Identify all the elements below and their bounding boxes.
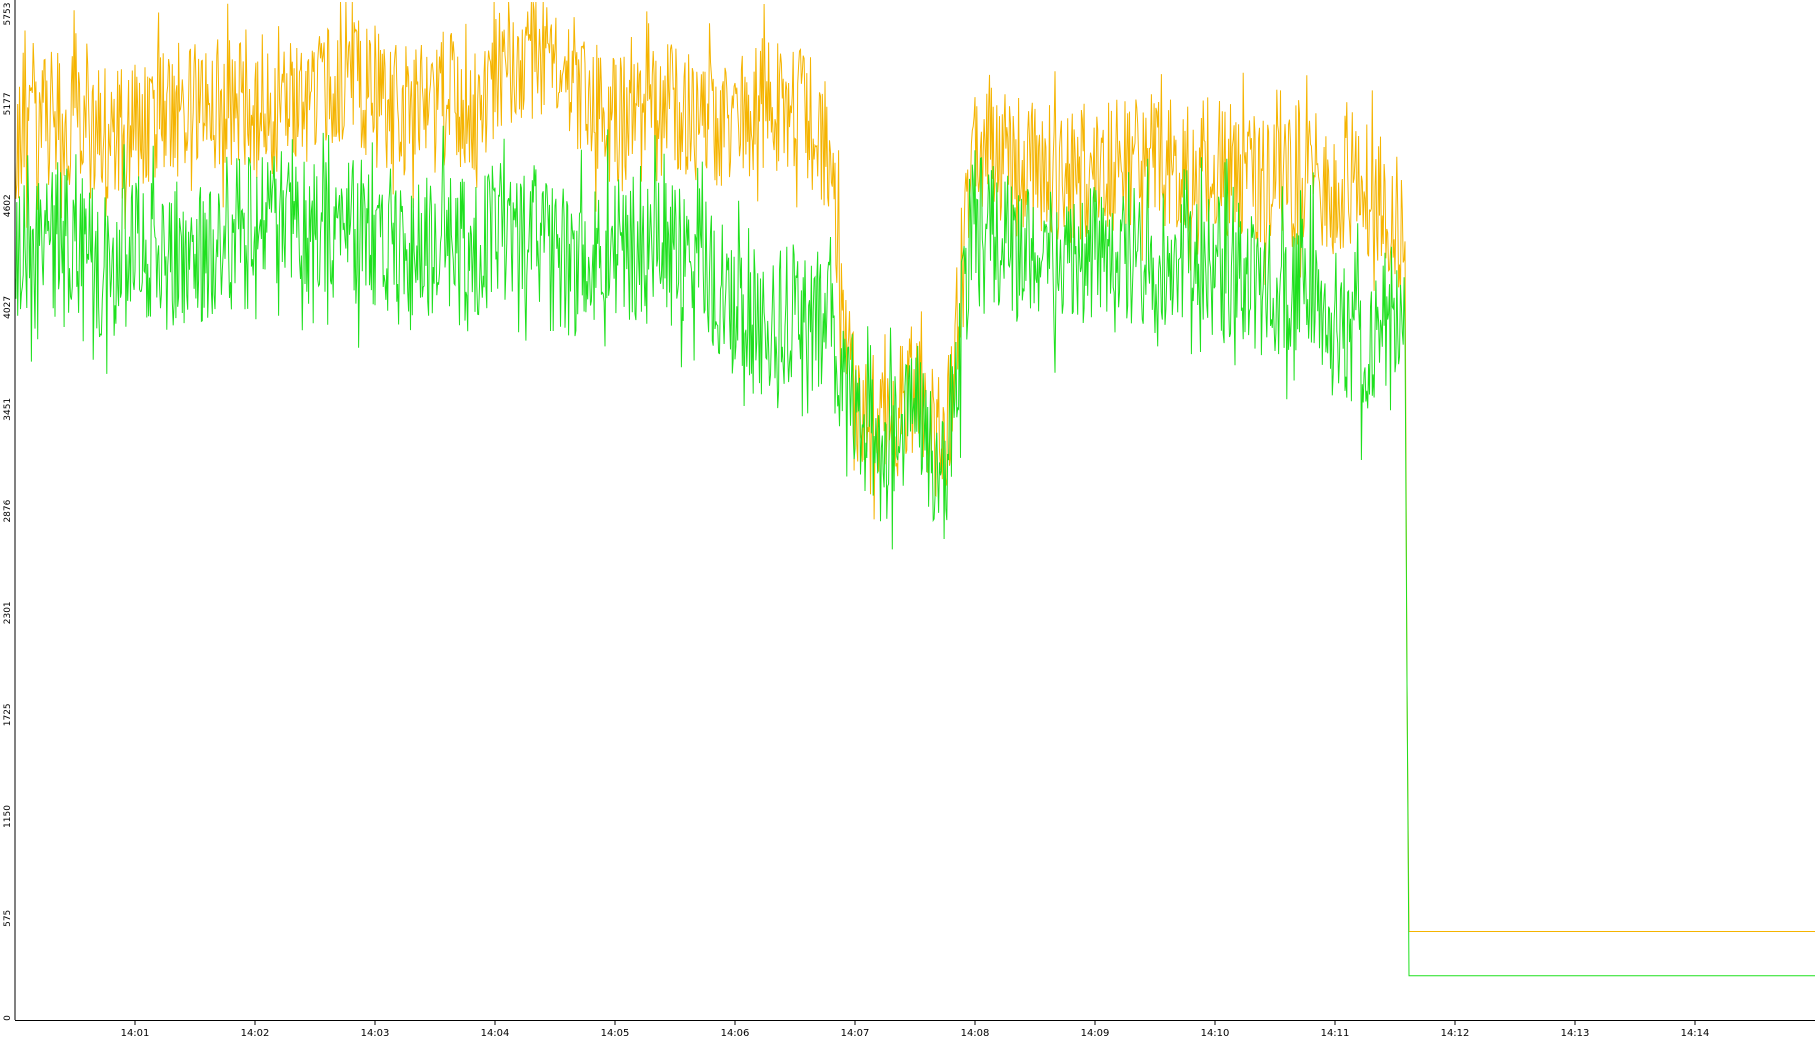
x-tick-label: 14:09: [1081, 1028, 1110, 1039]
y-tick-label: 2876: [3, 499, 13, 522]
x-tick-label: 14:10: [1201, 1028, 1230, 1039]
y-tick-label: 5753: [3, 3, 13, 26]
line-chart: 0 575 1150 1725 2301 2876 3451 4027 4602 5177 5753…: [3, 0, 1815, 1039]
x-tick-label: 14:14: [1681, 1028, 1710, 1039]
x-tick-label: 14:04: [481, 1028, 510, 1039]
y-tick-label: 2301: [3, 601, 13, 624]
x-tick-label: 14:13: [1561, 1028, 1590, 1039]
x-tick-label: 14:12: [1441, 1028, 1470, 1039]
x-tick-label: 14:07: [841, 1028, 870, 1039]
series-layer: [14, 1, 1815, 977]
y-tick-label: 0: [3, 1015, 13, 1021]
x-tick-label: 14:02: [241, 1028, 270, 1039]
x-tick-label: 14:05: [601, 1028, 630, 1039]
series-line-2: [14, 125, 1815, 977]
axis-layer: 0 575 1150 1725 2301 2876 3451 4027 4602 5177 5753…: [3, 0, 1815, 1039]
x-tick-label: 14:08: [961, 1028, 990, 1039]
y-tick-label: 4602: [3, 194, 13, 217]
y-tick-label: 1725: [3, 703, 13, 726]
chart: 0 575 1150 1725 2301 2876 3451 4027 4602 5177 5753…: [0, 0, 1815, 1039]
series-line-1: [14, 1, 1815, 932]
y-tick-label: 4027: [3, 296, 13, 319]
x-tick-label: 14:06: [721, 1028, 750, 1039]
x-tick-label: 14:11: [1321, 1028, 1350, 1039]
y-tick-label: 1150: [3, 805, 13, 828]
y-tick-label: 575: [3, 910, 13, 927]
x-tick-label: 14:01: [121, 1028, 150, 1039]
y-tick-label: 3451: [3, 398, 13, 421]
y-tick-label: 5177: [3, 92, 13, 115]
x-tick-label: 14:03: [361, 1028, 390, 1039]
